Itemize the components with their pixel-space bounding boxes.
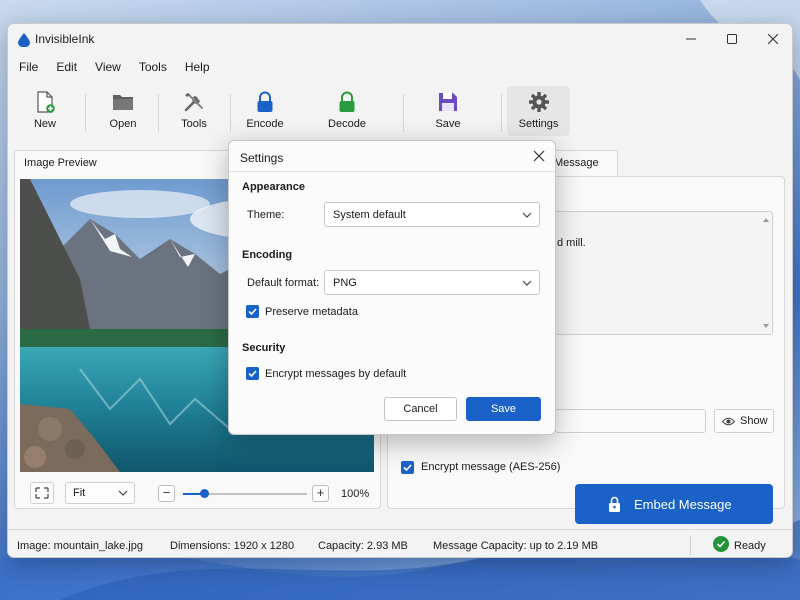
encrypt-default-label: Encrypt messages by default <box>265 368 407 380</box>
chevron-down-icon <box>522 212 532 218</box>
image-preview-title: Image Preview <box>24 157 97 169</box>
encrypt-message-label: Encrypt message (AES-256) <box>421 461 561 473</box>
menu-tools[interactable]: Tools <box>132 57 174 79</box>
settings-button[interactable]: Settings <box>507 86 570 136</box>
toolbar-divider <box>230 94 231 132</box>
zoom-percent: 100% <box>341 488 370 500</box>
zoom-mode-select[interactable]: Fit <box>65 482 135 504</box>
lock-green-icon <box>339 91 355 112</box>
toolbar: New Open Tools Encode Decode Save Settin… <box>8 82 792 138</box>
tools-button[interactable]: Tools <box>174 86 214 136</box>
close-icon <box>768 34 778 44</box>
status-bar: Image: mountain_lake.jpg Dimensions: 192… <box>8 529 792 557</box>
toolbar-divider <box>85 94 86 132</box>
new-label: New <box>33 118 56 130</box>
zoom-out-button[interactable]: − <box>158 485 175 502</box>
status-capacity: Capacity: 2.93 MB <box>318 540 408 552</box>
zoom-in-button[interactable]: + <box>312 485 329 502</box>
preserve-metadata-label: Preserve metadata <box>265 306 358 318</box>
new-button[interactable]: New <box>26 86 64 136</box>
checkmark-icon <box>403 464 412 472</box>
status-ready: Ready <box>734 540 766 552</box>
close-icon[interactable] <box>532 149 546 163</box>
save-button[interactable]: Save <box>466 397 541 421</box>
close-window-button[interactable] <box>763 30 783 48</box>
gear-icon <box>528 92 549 112</box>
chevron-down-icon <box>118 490 128 496</box>
embed-message-button[interactable]: Embed Message <box>575 484 773 524</box>
save-toolbar-button[interactable]: Save <box>430 86 466 136</box>
expand-icon <box>35 487 49 499</box>
theme-value: System default <box>333 209 406 221</box>
zoom-mode-value: Fit <box>73 487 86 499</box>
message-textarea[interactable]: d mill. <box>555 211 773 335</box>
default-format-value: PNG <box>333 277 357 289</box>
minimize-button[interactable] <box>681 30 701 48</box>
zoom-controls: Fit − + 100% <box>23 482 373 506</box>
toolbar-divider <box>501 94 502 132</box>
fit-to-window-button[interactable] <box>30 482 54 504</box>
show-password-button[interactable]: Show <box>714 409 774 433</box>
theme-select[interactable]: System default <box>324 202 540 227</box>
status-divider <box>690 535 691 555</box>
status-image-name: Image: mountain_lake.jpg <box>17 540 143 552</box>
encrypt-message-checkbox[interactable] <box>401 461 414 474</box>
encrypt-default-checkbox[interactable] <box>246 367 259 380</box>
open-button[interactable]: Open <box>103 86 143 136</box>
folder-icon <box>113 95 133 110</box>
status-message-capacity: Message Capacity: up to 2.19 MB <box>433 540 599 552</box>
ready-check-icon <box>713 536 729 552</box>
checkmark-icon <box>248 370 257 378</box>
menu-help[interactable]: Help <box>178 57 217 79</box>
embed-message-label: Embed Message <box>634 497 732 512</box>
dialog-divider <box>229 171 555 172</box>
settings-dialog-title: Settings <box>240 151 284 165</box>
theme-label: Theme: <box>247 209 285 221</box>
new-file-icon <box>37 91 55 113</box>
menu-file[interactable]: File <box>12 57 45 79</box>
settings-label: Settings <box>518 118 559 130</box>
menu-bar: File Edit View Tools Help <box>8 57 217 79</box>
maximize-icon <box>727 34 737 44</box>
default-format-label: Default format: <box>247 277 320 289</box>
maximize-button[interactable] <box>722 30 742 48</box>
show-password-label: Show <box>740 415 768 427</box>
cancel-button[interactable]: Cancel <box>384 397 457 421</box>
save-toolbar-label: Save <box>435 118 461 130</box>
checkmark-icon <box>248 308 257 316</box>
eye-icon <box>722 417 735 426</box>
menu-view[interactable]: View <box>88 57 128 79</box>
lock-icon <box>609 496 620 512</box>
settings-dialog: Settings Appearance Theme: System defaul… <box>228 140 556 435</box>
chevron-down-icon <box>522 280 532 286</box>
password-field[interactable] <box>555 409 706 433</box>
open-label: Open <box>109 118 137 130</box>
decode-button[interactable]: Decode <box>326 86 368 136</box>
title-bar: InvisibleInk <box>8 24 792 54</box>
tools-label: Tools <box>181 118 207 130</box>
default-format-select[interactable]: PNG <box>324 270 540 295</box>
tools-icon <box>184 93 203 112</box>
encode-label: Encode <box>246 118 284 130</box>
message-scrollbar[interactable] <box>762 216 770 330</box>
preserve-metadata-checkbox[interactable] <box>246 305 259 318</box>
window-title: InvisibleInk <box>35 32 95 46</box>
minimize-icon <box>686 38 696 40</box>
encode-button[interactable]: Encode <box>244 86 286 136</box>
encoding-heading: Encoding <box>242 249 293 261</box>
message-text: d mill. <box>557 237 586 249</box>
lock-closed-icon <box>257 91 273 112</box>
toolbar-divider <box>403 94 404 132</box>
security-heading: Security <box>242 342 286 354</box>
zoom-slider-thumb[interactable] <box>200 489 210 498</box>
menu-edit[interactable]: Edit <box>49 57 84 79</box>
decode-label: Decode <box>328 118 366 130</box>
appearance-heading: Appearance <box>242 181 305 193</box>
ink-drop-icon <box>18 33 30 47</box>
status-dimensions: Dimensions: 1920 x 1280 <box>170 540 295 552</box>
floppy-disk-icon <box>439 93 457 111</box>
toolbar-divider <box>158 94 159 132</box>
tab-message-label: Message <box>554 157 599 169</box>
